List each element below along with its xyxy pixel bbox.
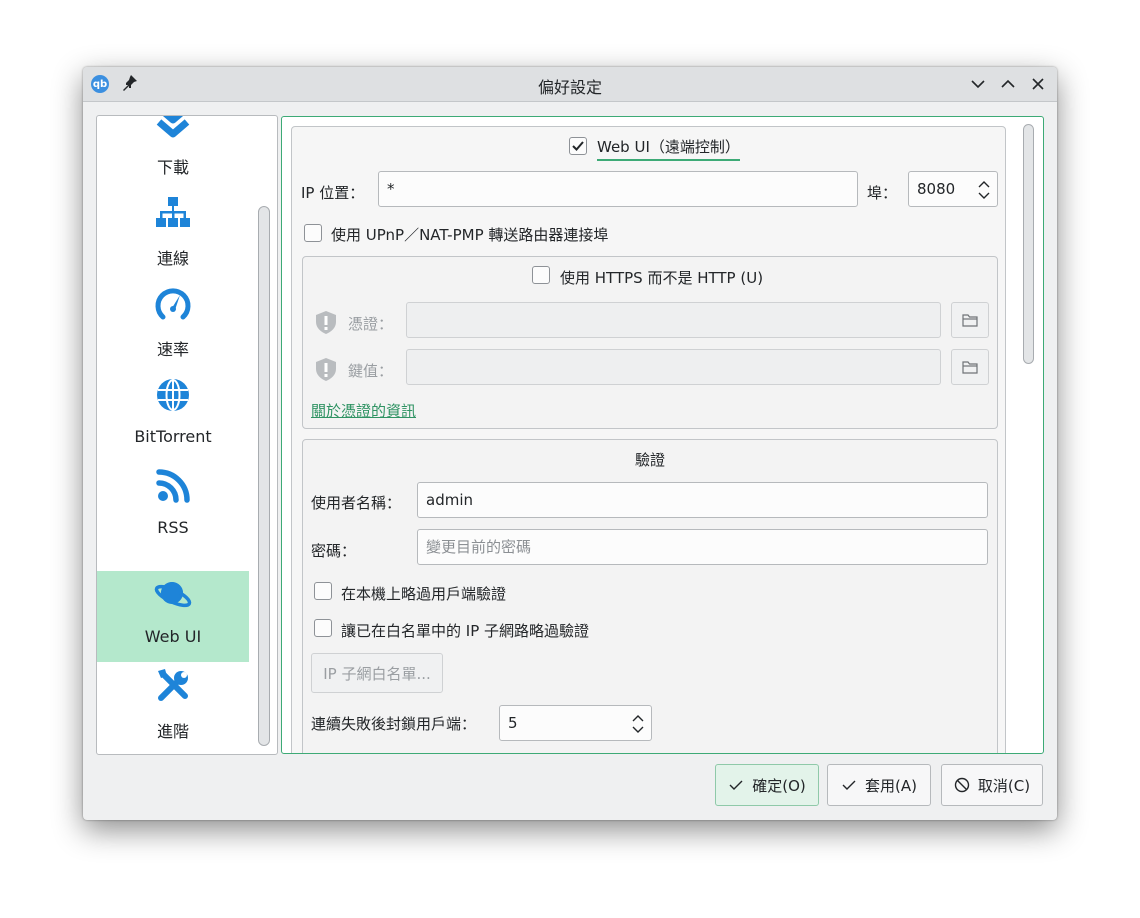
key-browse-button[interactable]: [951, 349, 989, 385]
folder-icon: [962, 314, 978, 327]
ok-button[interactable]: 確定(O): [715, 764, 819, 806]
webui-enable-checkbox[interactable]: [569, 137, 587, 155]
authentication-groupbox: 驗證 使用者名稱： 密碼： 在本機上略過用戶端驗證 讓已在白名單中的 IP 子網…: [302, 439, 998, 753]
sidebar-item-connection[interactable]: 連線: [97, 189, 249, 280]
checkmark-icon: [729, 780, 743, 790]
certificate-label: 憑證：: [348, 315, 394, 333]
ip-address-input[interactable]: [378, 171, 858, 207]
window-title: 偏好設定: [537, 78, 602, 97]
preferences-window: qb 偏好設定 下載 連線 速率 BitTorrent RSS Web UI 進…: [83, 67, 1057, 820]
ok-button-label: 確定(O): [752, 776, 806, 795]
speedometer-icon: [155, 288, 191, 320]
certificate-info-link[interactable]: 關於憑證的資訊: [311, 400, 416, 421]
network-icon: [156, 197, 190, 227]
ip-whitelist-button[interactable]: IP 子網白名單...: [311, 653, 443, 693]
username-label: 使用者名稱：: [311, 494, 402, 512]
port-spinbox[interactable]: 8080: [908, 171, 998, 207]
key-label: 鍵值：: [348, 362, 394, 380]
password-label: 密碼：: [311, 542, 357, 560]
ban-failures-value: 5: [508, 714, 518, 732]
sidebar-item-speed[interactable]: 速率: [97, 280, 249, 371]
cancel-button[interactable]: 取消(C): [941, 764, 1043, 806]
globe-icon: [157, 379, 189, 411]
certificate-path-input[interactable]: [406, 302, 941, 338]
cancel-circle-icon: [954, 777, 970, 793]
sidebar-item-label: 進階: [156, 722, 189, 741]
ip-address-label: IP 位置：: [301, 184, 365, 202]
cancel-button-label: 取消(C): [977, 776, 1031, 795]
upnp-label[interactable]: 使用 UPnP／NAT-PMP 轉送路由器連接埠: [331, 224, 608, 245]
sidebar-item-label: 下載: [156, 158, 189, 177]
apply-button-label: 套用(A): [865, 776, 917, 795]
sidebar-item-label: RSS: [157, 518, 189, 537]
shield-warning-icon: [316, 358, 336, 381]
bypass-localhost-label[interactable]: 在本機上略過用戶端驗證: [341, 583, 506, 604]
port-value: 8080: [917, 180, 956, 198]
username-input[interactable]: [417, 482, 988, 518]
title-bar: qb 偏好設定: [83, 67, 1057, 102]
bypass-localhost-checkbox[interactable]: [314, 582, 332, 600]
webui-enable-label[interactable]: Web UI（遠端控制）: [597, 136, 740, 161]
sidebar-item-advanced[interactable]: 進階: [97, 662, 249, 753]
sidebar-item-rss[interactable]: RSS: [97, 462, 249, 553]
password-input[interactable]: [417, 529, 988, 565]
sidebar-item-downloads[interactable]: 下載: [97, 116, 249, 189]
tools-icon: [158, 669, 188, 701]
ban-after-failures-label: 連續失敗後封鎖用戶端：: [311, 715, 477, 733]
https-checkbox[interactable]: [532, 266, 550, 284]
rss-icon: [156, 469, 190, 503]
sidebar-item-label: 連線: [156, 249, 189, 268]
shield-warning-icon: [316, 311, 336, 334]
folder-icon: [962, 361, 978, 374]
checkmark-icon: [842, 780, 856, 790]
ban-failures-spinbox[interactable]: 5: [499, 705, 652, 741]
spin-arrows-icon[interactable]: [977, 178, 991, 202]
sidebar-scrollbar[interactable]: [258, 206, 270, 746]
sidebar-item-label: BitTorrent: [134, 427, 212, 446]
bypass-whitelist-label[interactable]: 讓已在白名單中的 IP 子網路略過驗證: [341, 620, 589, 641]
upnp-checkbox[interactable]: [304, 224, 322, 242]
bypass-whitelist-checkbox[interactable]: [314, 619, 332, 637]
sidebar-item-webui[interactable]: Web UI: [97, 571, 249, 662]
chevron-double-down-icon: [156, 116, 190, 138]
close-icon[interactable]: [1029, 75, 1047, 93]
category-sidebar: 下載 連線 速率 BitTorrent RSS Web UI 進階: [96, 115, 278, 755]
sidebar-item-label: 速率: [156, 340, 189, 359]
checkmark-icon: [572, 141, 584, 151]
certificate-browse-button[interactable]: [951, 302, 989, 338]
maximize-chevron-up-icon[interactable]: [999, 75, 1017, 93]
settings-content-pane: Web UI（遠端控制） IP 位置： 埠： 8080 使用 UPnP／NAT-…: [281, 116, 1044, 754]
sidebar-item-label: Web UI: [144, 627, 202, 646]
https-label[interactable]: 使用 HTTPS 而不是 HTTP (U): [560, 267, 763, 288]
https-groupbox: 使用 HTTPS 而不是 HTTP (U) 憑證： 鍵值： 關於憑證的資訊: [302, 256, 998, 429]
authentication-title: 驗證: [634, 451, 665, 469]
apply-button[interactable]: 套用(A): [827, 764, 931, 806]
spin-arrows-icon[interactable]: [631, 712, 645, 736]
minimize-chevron-down-icon[interactable]: [969, 75, 987, 93]
sidebar-item-bittorrent[interactable]: BitTorrent: [97, 371, 249, 462]
key-path-input[interactable]: [406, 349, 941, 385]
content-scrollbar[interactable]: [1023, 124, 1034, 364]
webui-groupbox: Web UI（遠端控制） IP 位置： 埠： 8080 使用 UPnP／NAT-…: [291, 126, 1006, 753]
planet-icon: [154, 582, 192, 608]
port-label: 埠：: [867, 184, 898, 202]
